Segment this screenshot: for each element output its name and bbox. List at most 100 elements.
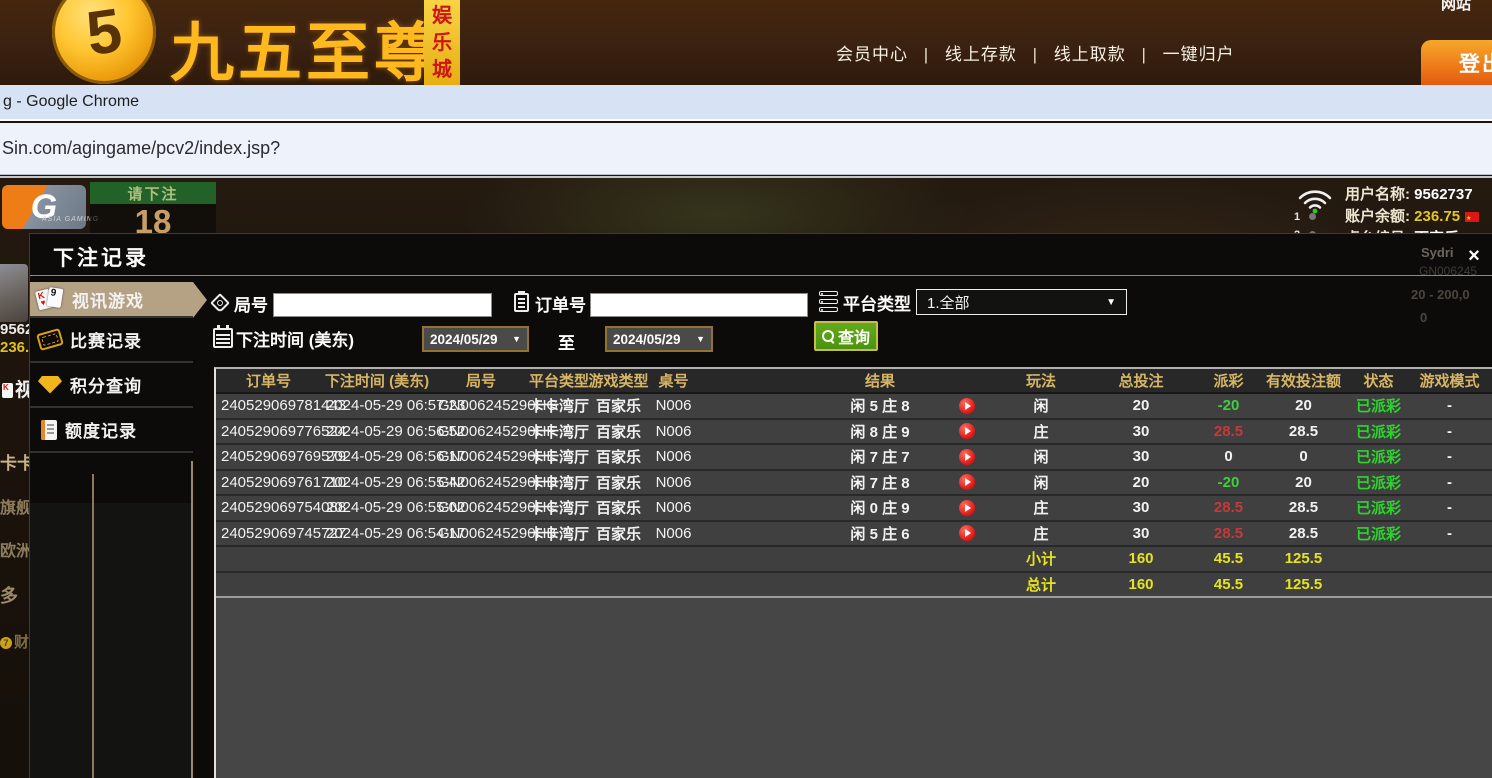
cell-round-id: GN006245290HC bbox=[433, 499, 529, 516]
cell-game-type: 百家乐 bbox=[586, 497, 651, 518]
sidebar-item-video-games[interactable]: 视讯游戏 bbox=[30, 282, 193, 318]
col-header: 结果 bbox=[730, 370, 1030, 391]
platform-type-select[interactable]: 1.全部 ▼ bbox=[916, 289, 1127, 315]
brand-badge: 娱 乐 城 bbox=[424, 0, 460, 85]
brand-coin-glyph: 5 bbox=[82, 0, 126, 70]
cell-bet-time: 2024-05-29 06:54:17 bbox=[321, 525, 433, 542]
fragment-hall-flagship: 旗舰厅 bbox=[0, 494, 29, 518]
badge-char: 乐 bbox=[432, 30, 452, 57]
date-from-select[interactable]: 2024/05/29 ▼ bbox=[422, 326, 529, 352]
chrome-window-titlebar[interactable]: g - Google Chrome bbox=[0, 85, 1492, 121]
col-header: 局号 bbox=[433, 370, 529, 391]
clipboard-icon bbox=[514, 293, 529, 312]
date-to-select[interactable]: 2024/05/29 ▼ bbox=[605, 326, 713, 352]
cell-order-id: 240529069761710 bbox=[216, 474, 321, 491]
sidebar-item-credit-records[interactable]: 额度记录 bbox=[30, 408, 193, 453]
subtotal-payout: 45.5 bbox=[1201, 550, 1256, 567]
cell-round-id: GN006245290HF bbox=[433, 423, 529, 440]
cell-total-bet: 30 bbox=[1081, 448, 1201, 465]
cell-valid-bet: 28.5 bbox=[1256, 525, 1351, 542]
fragment-video-game: 视 bbox=[2, 375, 31, 402]
cell-game-mode: - bbox=[1406, 525, 1492, 542]
cell-platform: 卡卡湾厅 bbox=[529, 446, 586, 467]
ticket-icon bbox=[36, 328, 64, 351]
modal-title: 下注记录 bbox=[53, 242, 149, 272]
col-header: 订单号 bbox=[216, 370, 321, 391]
cell-valid-bet: 28.5 bbox=[1256, 423, 1351, 440]
road-item: 1 bbox=[1294, 211, 1316, 223]
site-info-partial-text: 网站 bbox=[1441, 0, 1471, 14]
col-header: 平台类型 bbox=[529, 370, 586, 391]
cell-table-no: N006 bbox=[651, 525, 696, 542]
table-row: 240529069754088 2024-05-29 06:55:02 GN00… bbox=[216, 496, 1492, 522]
round-id-label: 局号 bbox=[234, 291, 268, 316]
wifi-icon bbox=[1297, 186, 1333, 214]
cell-payout: -20 bbox=[1201, 474, 1256, 491]
subtotal-total-bet: 160 bbox=[1081, 550, 1201, 567]
cell-game-type: 百家乐 bbox=[586, 472, 651, 493]
playing-cards-icon bbox=[36, 287, 64, 312]
cell-status: 已派彩 bbox=[1351, 395, 1406, 416]
cell-status: 已派彩 bbox=[1351, 472, 1406, 493]
total-valid-bet: 125.5 bbox=[1256, 576, 1351, 593]
cell-game-mode: - bbox=[1406, 448, 1492, 465]
cell-result: 闲 5 庄 8 bbox=[696, 395, 1001, 416]
search-button-label: 查询 bbox=[838, 324, 870, 348]
bet-time-label: 下注时间 (美东) bbox=[236, 326, 354, 351]
ghost-zero: 0 bbox=[1420, 310, 1427, 325]
calendar-icon bbox=[213, 328, 233, 348]
play-icon[interactable] bbox=[959, 525, 975, 541]
platform-list-icon bbox=[819, 291, 838, 312]
cell-game-mode: - bbox=[1406, 499, 1492, 516]
round-id-input[interactable] bbox=[273, 293, 492, 317]
sidebar-item-label: 比赛记录 bbox=[70, 327, 142, 352]
search-button[interactable]: 查询 bbox=[814, 321, 878, 351]
user-name-value: 9562737 bbox=[1414, 186, 1472, 203]
cell-valid-bet: 28.5 bbox=[1256, 499, 1351, 516]
cell-payout: 28.5 bbox=[1201, 525, 1256, 542]
table-row: 240529069776524 2024-05-29 06:56:52 GN00… bbox=[216, 420, 1492, 446]
nav-member-center[interactable]: 会员中心 bbox=[836, 45, 908, 64]
logout-button[interactable]: 登出 bbox=[1421, 40, 1492, 85]
order-id-input[interactable] bbox=[590, 293, 808, 317]
play-icon[interactable] bbox=[959, 500, 975, 516]
date-to-label: 至 bbox=[558, 329, 575, 354]
bet-prompt: 请下注 bbox=[90, 182, 216, 204]
fragment-balance: 236. bbox=[0, 339, 29, 356]
cell-platform: 卡卡湾厅 bbox=[529, 395, 586, 416]
nav-separator: | bbox=[1033, 45, 1038, 64]
sidebar-item-label: 视讯游戏 bbox=[72, 287, 144, 312]
cell-result: 闲 8 庄 9 bbox=[696, 421, 1001, 442]
chrome-address-bar[interactable]: Sin.com/agingame/pcv2/index.jsp? bbox=[0, 123, 1492, 175]
play-icon[interactable] bbox=[959, 423, 975, 439]
document-icon bbox=[41, 420, 57, 440]
cell-valid-bet: 20 bbox=[1256, 474, 1351, 491]
cell-status: 已派彩 bbox=[1351, 446, 1406, 467]
user-name-row: 用户名称: 9562737 bbox=[1345, 184, 1479, 206]
play-icon[interactable] bbox=[959, 398, 975, 414]
table-row: 240529069761710 2024-05-29 06:55:42 GN00… bbox=[216, 471, 1492, 497]
cell-order-id: 240529069754088 bbox=[216, 499, 321, 516]
fragment-hall-kaka: 卡卡 bbox=[0, 449, 29, 474]
screen: 5 九五至尊 娱 乐 城 会员中心 | 线上存款 | 线上取款 | 一键归户 网… bbox=[0, 0, 1492, 778]
play-icon[interactable] bbox=[959, 474, 975, 490]
nav-deposit[interactable]: 线上存款 bbox=[945, 45, 1017, 64]
cell-table-no: N006 bbox=[651, 448, 696, 465]
cell-game-type: 百家乐 bbox=[586, 421, 651, 442]
col-header: 下注时间 (美东) bbox=[321, 370, 433, 391]
sidebar-item-match-records[interactable]: 比赛记录 bbox=[30, 318, 193, 363]
play-icon[interactable] bbox=[959, 449, 975, 465]
top-nav: 会员中心 | 线上存款 | 线上取款 | 一键归户 bbox=[836, 40, 1235, 65]
nav-withdraw[interactable]: 线上取款 bbox=[1054, 45, 1126, 64]
cell-table-no: N006 bbox=[651, 397, 696, 414]
cell-payout: 28.5 bbox=[1201, 423, 1256, 440]
date-from-value: 2024/05/29 bbox=[430, 332, 498, 347]
platform-selected-value: 1.全部 bbox=[927, 292, 970, 313]
cell-status: 已派彩 bbox=[1351, 523, 1406, 544]
cell-total-bet: 30 bbox=[1081, 423, 1201, 440]
sidebar-item-points-query[interactable]: 积分查询 bbox=[30, 363, 193, 408]
col-header: 状态 bbox=[1351, 370, 1406, 391]
subtotal-row: 小计 160 45.5 125.5 bbox=[216, 547, 1492, 573]
nav-one-key-transfer[interactable]: 一键归户 bbox=[1163, 45, 1235, 64]
fragment-hall-europe: 欧洲厅 bbox=[0, 537, 29, 561]
